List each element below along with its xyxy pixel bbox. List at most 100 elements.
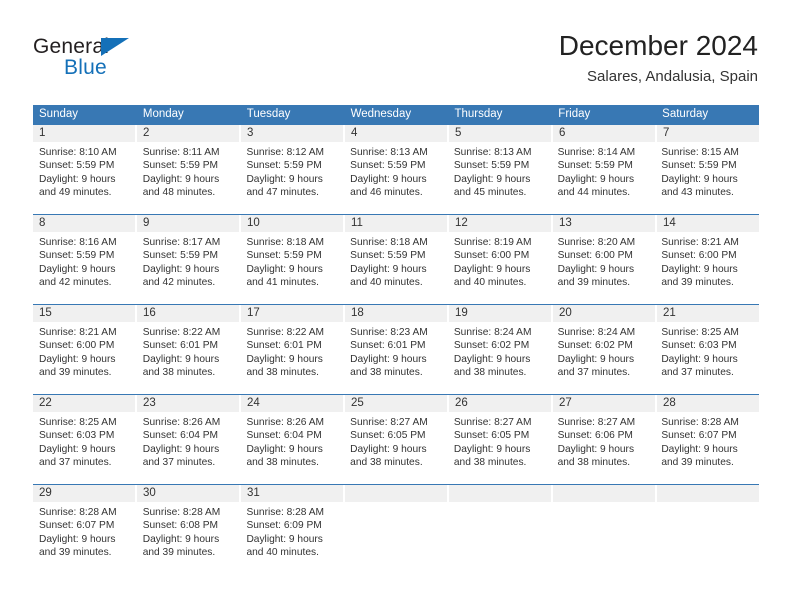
day-number[interactable]: 11 — [345, 215, 449, 232]
day-cell[interactable]: Sunrise: 8:11 AM Sunset: 5:59 PM Dayligh… — [137, 142, 241, 214]
day-detail-band: Sunrise: 8:10 AM Sunset: 5:59 PM Dayligh… — [33, 142, 759, 214]
day-cell[interactable]: Sunrise: 8:25 AM Sunset: 6:03 PM Dayligh… — [33, 412, 137, 484]
day-number[interactable]: 26 — [449, 395, 553, 412]
day-number[interactable]: 24 — [241, 395, 345, 412]
day-number[interactable]: 1 — [33, 125, 137, 142]
day-cell[interactable]: Sunrise: 8:16 AM Sunset: 5:59 PM Dayligh… — [33, 232, 137, 304]
weekday-header-wednesday: Wednesday — [344, 105, 449, 124]
day-cell[interactable]: Sunrise: 8:20 AM Sunset: 6:00 PM Dayligh… — [552, 232, 656, 304]
day-cell[interactable]: Sunrise: 8:12 AM Sunset: 5:59 PM Dayligh… — [240, 142, 344, 214]
daylight-text: Daylight: 9 hours — [39, 533, 116, 545]
day-number[interactable]: 3 — [241, 125, 345, 142]
sunrise-text: Sunrise: 8:12 AM — [246, 147, 325, 158]
daylight-text-cont: and 39 minutes. — [39, 546, 112, 558]
day-cell[interactable]: Sunrise: 8:27 AM Sunset: 6:05 PM Dayligh… — [344, 412, 448, 484]
day-number[interactable]: 16 — [137, 305, 241, 322]
day-cell[interactable]: Sunrise: 8:10 AM Sunset: 5:59 PM Dayligh… — [33, 142, 137, 214]
day-cell[interactable]: Sunrise: 8:28 AM Sunset: 6:07 PM Dayligh… — [655, 412, 759, 484]
day-cell[interactable]: Sunrise: 8:25 AM Sunset: 6:03 PM Dayligh… — [655, 322, 759, 394]
day-number[interactable]: 9 — [137, 215, 241, 232]
day-number[interactable]: 12 — [449, 215, 553, 232]
daylight-text: Daylight: 9 hours — [453, 263, 531, 275]
general-blue-logo[interactable]: General Blue — [33, 36, 233, 86]
day-number[interactable]: 19 — [449, 305, 553, 322]
day-number[interactable]: 31 — [241, 485, 345, 502]
day-number[interactable]: 8 — [33, 215, 137, 232]
day-cell[interactable]: Sunrise: 8:26 AM Sunset: 6:04 PM Dayligh… — [240, 412, 344, 484]
sunset-text: Sunset: 6:07 PM — [661, 430, 737, 442]
sunrise-text: Sunrise: 8:19 AM — [453, 237, 532, 248]
day-cell[interactable]: Sunrise: 8:23 AM Sunset: 6:01 PM Dayligh… — [344, 322, 448, 394]
day-cell[interactable]: Sunrise: 8:13 AM Sunset: 5:59 PM Dayligh… — [344, 142, 448, 214]
day-cell[interactable]: Sunrise: 8:28 AM Sunset: 6:09 PM Dayligh… — [240, 502, 344, 576]
sunrise-text: Sunrise: 8:11 AM — [142, 147, 220, 158]
day-number[interactable]: 23 — [137, 395, 241, 412]
day-number[interactable]: 6 — [553, 125, 657, 142]
sunrise-text: Sunrise: 8:24 AM — [453, 327, 532, 338]
daylight-text-cont: and 39 minutes. — [661, 456, 734, 468]
day-cell[interactable]: Sunrise: 8:19 AM Sunset: 6:00 PM Dayligh… — [448, 232, 552, 304]
day-number[interactable]: 29 — [33, 485, 137, 502]
day-cell[interactable]: Sunrise: 8:21 AM Sunset: 6:00 PM Dayligh… — [655, 232, 759, 304]
daylight-text: Daylight: 9 hours — [661, 173, 738, 185]
day-number[interactable]: 15 — [33, 305, 137, 322]
day-number[interactable]: 4 — [345, 125, 449, 142]
day-number[interactable]: 5 — [449, 125, 553, 142]
day-cell[interactable]: Sunrise: 8:27 AM Sunset: 6:05 PM Dayligh… — [448, 412, 552, 484]
daylight-text-cont: and 40 minutes. — [350, 276, 423, 288]
day-cell[interactable]: Sunrise: 8:17 AM Sunset: 5:59 PM Dayligh… — [137, 232, 241, 304]
sunset-text: Sunset: 6:00 PM — [661, 250, 737, 262]
day-cell-empty — [448, 502, 552, 576]
day-cell[interactable]: Sunrise: 8:13 AM Sunset: 5:59 PM Dayligh… — [448, 142, 552, 214]
daylight-text-cont: and 38 minutes. — [453, 456, 527, 468]
day-number[interactable]: 2 — [137, 125, 241, 142]
day-cell[interactable]: Sunrise: 8:28 AM Sunset: 6:07 PM Dayligh… — [33, 502, 137, 576]
calendar-week-row: 22 23 24 25 26 27 28 Sunrise: 8:25 AM Su… — [33, 394, 759, 484]
calendar-week-row: 29 30 31 Sunrise: 8:28 AM Sunset: 6:07 P… — [33, 484, 759, 576]
sunrise-text: Sunrise: 8:23 AM — [350, 327, 428, 338]
sunset-text: Sunset: 6:07 PM — [39, 520, 115, 532]
day-number[interactable]: 17 — [241, 305, 345, 322]
day-cell[interactable]: Sunrise: 8:24 AM Sunset: 6:02 PM Dayligh… — [552, 322, 656, 394]
sunset-text: Sunset: 6:03 PM — [661, 340, 737, 352]
day-number[interactable]: 27 — [553, 395, 657, 412]
day-number[interactable]: 25 — [345, 395, 449, 412]
weekday-header-saturday: Saturday — [656, 105, 760, 124]
daylight-text-cont: and 39 minutes. — [142, 546, 216, 558]
day-number[interactable]: 20 — [553, 305, 657, 322]
day-number[interactable]: 22 — [33, 395, 137, 412]
day-cell[interactable]: Sunrise: 8:27 AM Sunset: 6:06 PM Dayligh… — [552, 412, 656, 484]
day-cell[interactable]: Sunrise: 8:18 AM Sunset: 5:59 PM Dayligh… — [344, 232, 448, 304]
sunrise-text: Sunrise: 8:25 AM — [661, 327, 739, 338]
day-cell[interactable]: Sunrise: 8:22 AM Sunset: 6:01 PM Dayligh… — [137, 322, 241, 394]
day-cell[interactable]: Sunrise: 8:24 AM Sunset: 6:02 PM Dayligh… — [448, 322, 552, 394]
sunrise-text: Sunrise: 8:28 AM — [142, 507, 221, 518]
day-number[interactable]: 28 — [657, 395, 759, 412]
day-number[interactable]: 14 — [657, 215, 759, 232]
daylight-text: Daylight: 9 hours — [39, 353, 116, 365]
calendar-week-row: 8 9 10 11 12 13 14 Sunrise: 8:16 AM Suns… — [33, 214, 759, 304]
sunset-text: Sunset: 5:59 PM — [453, 160, 530, 172]
day-number[interactable]: 13 — [553, 215, 657, 232]
sunset-text: Sunset: 5:59 PM — [350, 160, 426, 172]
day-cell-empty — [344, 502, 448, 576]
day-number[interactable]: 30 — [137, 485, 241, 502]
daylight-text: Daylight: 9 hours — [557, 353, 635, 365]
day-cell[interactable]: Sunrise: 8:15 AM Sunset: 5:59 PM Dayligh… — [655, 142, 759, 214]
sunset-text: Sunset: 5:59 PM — [39, 160, 115, 172]
day-number[interactable]: 10 — [241, 215, 345, 232]
sunrise-text: Sunrise: 8:28 AM — [246, 507, 325, 518]
day-number[interactable]: 18 — [345, 305, 449, 322]
daylight-text: Daylight: 9 hours — [661, 353, 738, 365]
day-cell[interactable]: Sunrise: 8:26 AM Sunset: 6:04 PM Dayligh… — [137, 412, 241, 484]
weekday-header-row: Sunday Monday Tuesday Wednesday Thursday… — [33, 105, 760, 124]
day-number[interactable]: 7 — [657, 125, 759, 142]
day-cell[interactable]: Sunrise: 8:21 AM Sunset: 6:00 PM Dayligh… — [33, 322, 137, 394]
day-cell[interactable]: Sunrise: 8:22 AM Sunset: 6:01 PM Dayligh… — [240, 322, 344, 394]
day-number[interactable]: 21 — [657, 305, 759, 322]
day-cell[interactable]: Sunrise: 8:28 AM Sunset: 6:08 PM Dayligh… — [137, 502, 241, 576]
day-cell[interactable]: Sunrise: 8:18 AM Sunset: 5:59 PM Dayligh… — [240, 232, 344, 304]
day-cell[interactable]: Sunrise: 8:14 AM Sunset: 5:59 PM Dayligh… — [552, 142, 656, 214]
sunset-text: Sunset: 6:01 PM — [142, 340, 219, 352]
page-subtitle: Salares, Andalusia, Spain — [587, 68, 758, 86]
